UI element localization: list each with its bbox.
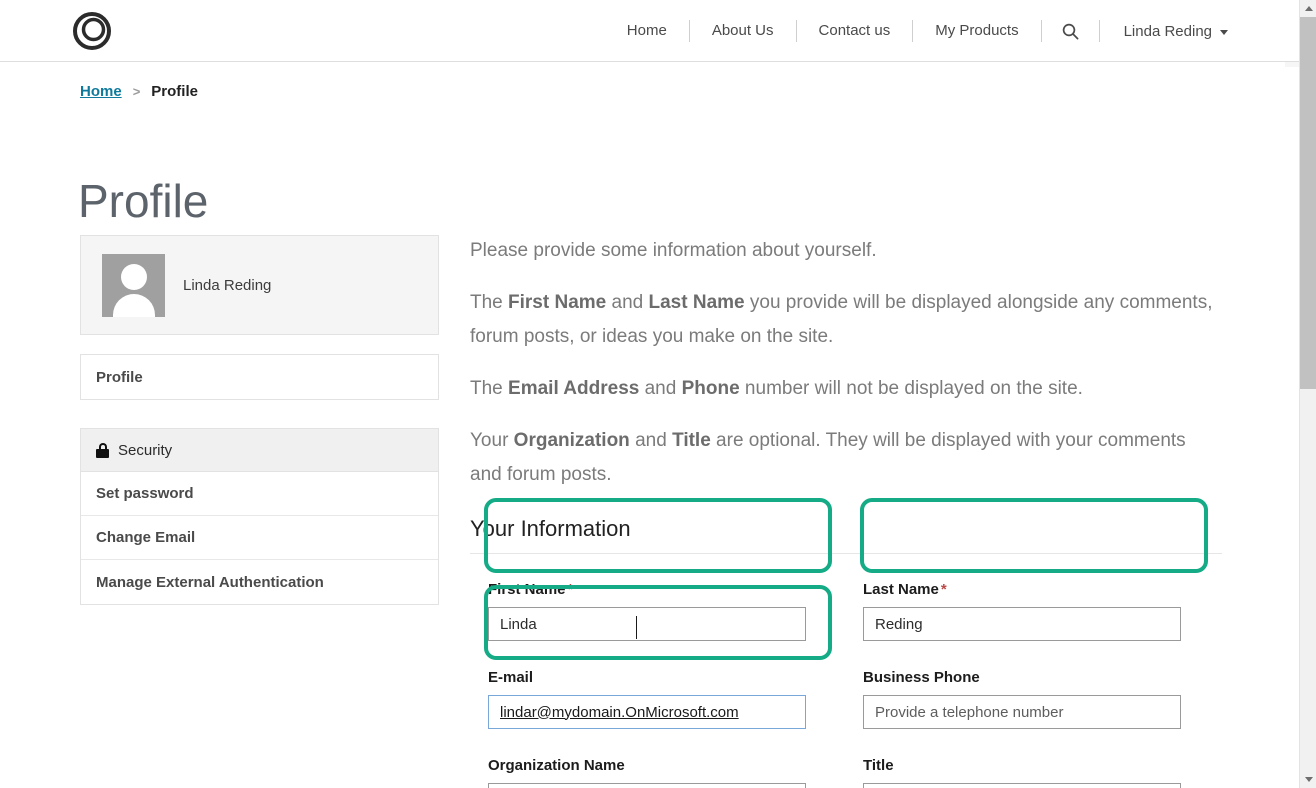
scroll-down-button[interactable]	[1300, 771, 1316, 788]
emphasis-text: Last Name	[648, 292, 745, 313]
avatar-head-icon	[120, 263, 147, 290]
breadcrumb-current: Profile	[151, 83, 198, 100]
page-title: Profile	[78, 174, 209, 227]
main-nav: Home About Us Contact us My Products Lin…	[605, 0, 1250, 62]
label-title: Title	[863, 757, 1200, 775]
label-first-name: First Name *	[488, 581, 825, 599]
lock-body-part	[96, 448, 109, 458]
site-logo[interactable]	[72, 11, 112, 51]
label-organization-name: Organization Name	[488, 757, 825, 775]
nav-item-home[interactable]: Home	[605, 20, 689, 42]
sidebar-item-change-email[interactable]: Change Email	[81, 516, 438, 560]
label-text: Business Phone	[863, 669, 980, 686]
body-text: number will not be displayed on the site…	[739, 378, 1083, 399]
emphasis-text: Email Address	[508, 378, 640, 399]
spiral-ring-logo-icon	[73, 12, 111, 50]
required-asterisk: *	[567, 581, 574, 598]
scroll-up-arrow-icon	[1304, 6, 1313, 11]
text-cursor	[636, 616, 637, 639]
nav-item-my-products[interactable]: My Products	[913, 20, 1040, 42]
profile-form: First Name* Last Name* E-mail Business P…	[470, 567, 1222, 788]
body-text: and	[629, 430, 673, 451]
body-text: The	[470, 292, 509, 313]
label-text: Organization Name	[488, 757, 625, 774]
body-text: and	[606, 292, 649, 313]
section-title-your-information: Your Information	[470, 516, 1222, 554]
label-email: E-mail	[488, 669, 825, 687]
caret-down-icon	[1220, 29, 1228, 35]
body-text: and	[639, 378, 682, 399]
lock-icon	[96, 442, 109, 458]
intro-paragraph-1: Please provide some information about yo…	[470, 234, 1222, 268]
field-title: Title	[845, 743, 1220, 788]
emphasis-text: Phone	[681, 378, 740, 399]
avatar-body-icon	[112, 293, 155, 317]
profile-page: Home About Us Contact us My Products Lin…	[0, 0, 1316, 788]
scroll-down-arrow-icon	[1304, 777, 1313, 782]
sidebar-primary-menu: Profile	[80, 354, 439, 400]
body-text: Your	[470, 430, 514, 451]
last-name-input[interactable]	[863, 607, 1181, 641]
top-navigation-bar: Home About Us Contact us My Products Lin…	[0, 0, 1302, 62]
body-text: The	[470, 378, 509, 399]
required-asterisk: *	[940, 581, 947, 598]
first-name-input[interactable]	[488, 607, 806, 641]
field-email: E-mail	[470, 655, 845, 743]
sidebar-security-label: Security	[118, 441, 173, 459]
scroll-up-button[interactable]	[1300, 0, 1316, 17]
nav-item-about-us[interactable]: About Us	[690, 20, 796, 42]
field-organization-name: Organization Name	[470, 743, 845, 788]
sidebar-profile-name: Linda Reding	[183, 276, 272, 294]
breadcrumb-home-link[interactable]: Home	[80, 83, 122, 100]
sidebar-profile-card: Linda Reding	[80, 235, 439, 335]
label-last-name: Last Name *	[863, 581, 1200, 599]
email-input[interactable]	[488, 695, 806, 729]
organization-name-input[interactable]	[488, 783, 806, 788]
sidebar: Linda Reding Profile Security Set passwo…	[80, 235, 439, 605]
emphasis-text: Title	[672, 430, 711, 451]
intro-paragraph-3: The Email Address and Phone number will …	[470, 372, 1222, 406]
breadcrumb-separator: >	[132, 84, 141, 99]
label-business-phone: Business Phone	[863, 669, 1200, 687]
intro-paragraph-2: The First Name and Last Name you provide…	[470, 286, 1222, 354]
sidebar-item-profile[interactable]: Profile	[81, 355, 438, 399]
nav-item-contact-us[interactable]: Contact us	[797, 20, 913, 42]
sidebar-item-manage-external-authentication[interactable]: Manage External Authentication	[81, 560, 438, 604]
scrollbar-thumb[interactable]	[1300, 17, 1316, 389]
emphasis-text: First Name	[508, 292, 607, 313]
field-business-phone: Business Phone	[845, 655, 1220, 743]
emphasis-text: Organization	[513, 430, 630, 451]
search-button[interactable]	[1042, 23, 1099, 40]
intro-paragraph-4: Your Organization and Title are optional…	[470, 424, 1222, 492]
avatar	[102, 253, 165, 317]
sidebar-security-menu: Security Set password Change Email Manag…	[80, 428, 439, 605]
breadcrumb: Home > Profile	[80, 83, 198, 100]
title-input[interactable]	[863, 783, 1181, 788]
user-menu[interactable]: Linda Reding	[1100, 23, 1250, 40]
field-first-name: First Name *	[470, 567, 845, 655]
vertical-scrollbar[interactable]	[1299, 0, 1316, 788]
main-content: Please provide some information about yo…	[470, 234, 1222, 788]
label-text: Last Name	[863, 581, 939, 598]
search-icon	[1062, 23, 1079, 39]
label-text: First Name	[488, 581, 566, 598]
body-text: Please provide some information about yo…	[470, 240, 877, 261]
sidebar-item-set-password[interactable]: Set password	[81, 472, 438, 516]
sidebar-security-header[interactable]: Security	[81, 429, 438, 472]
label-text: E-mail	[488, 669, 534, 686]
label-text: Title	[863, 757, 894, 774]
business-phone-input[interactable]	[863, 695, 1181, 729]
user-menu-label: Linda Reding	[1123, 22, 1212, 40]
field-last-name: Last Name *	[845, 567, 1220, 655]
